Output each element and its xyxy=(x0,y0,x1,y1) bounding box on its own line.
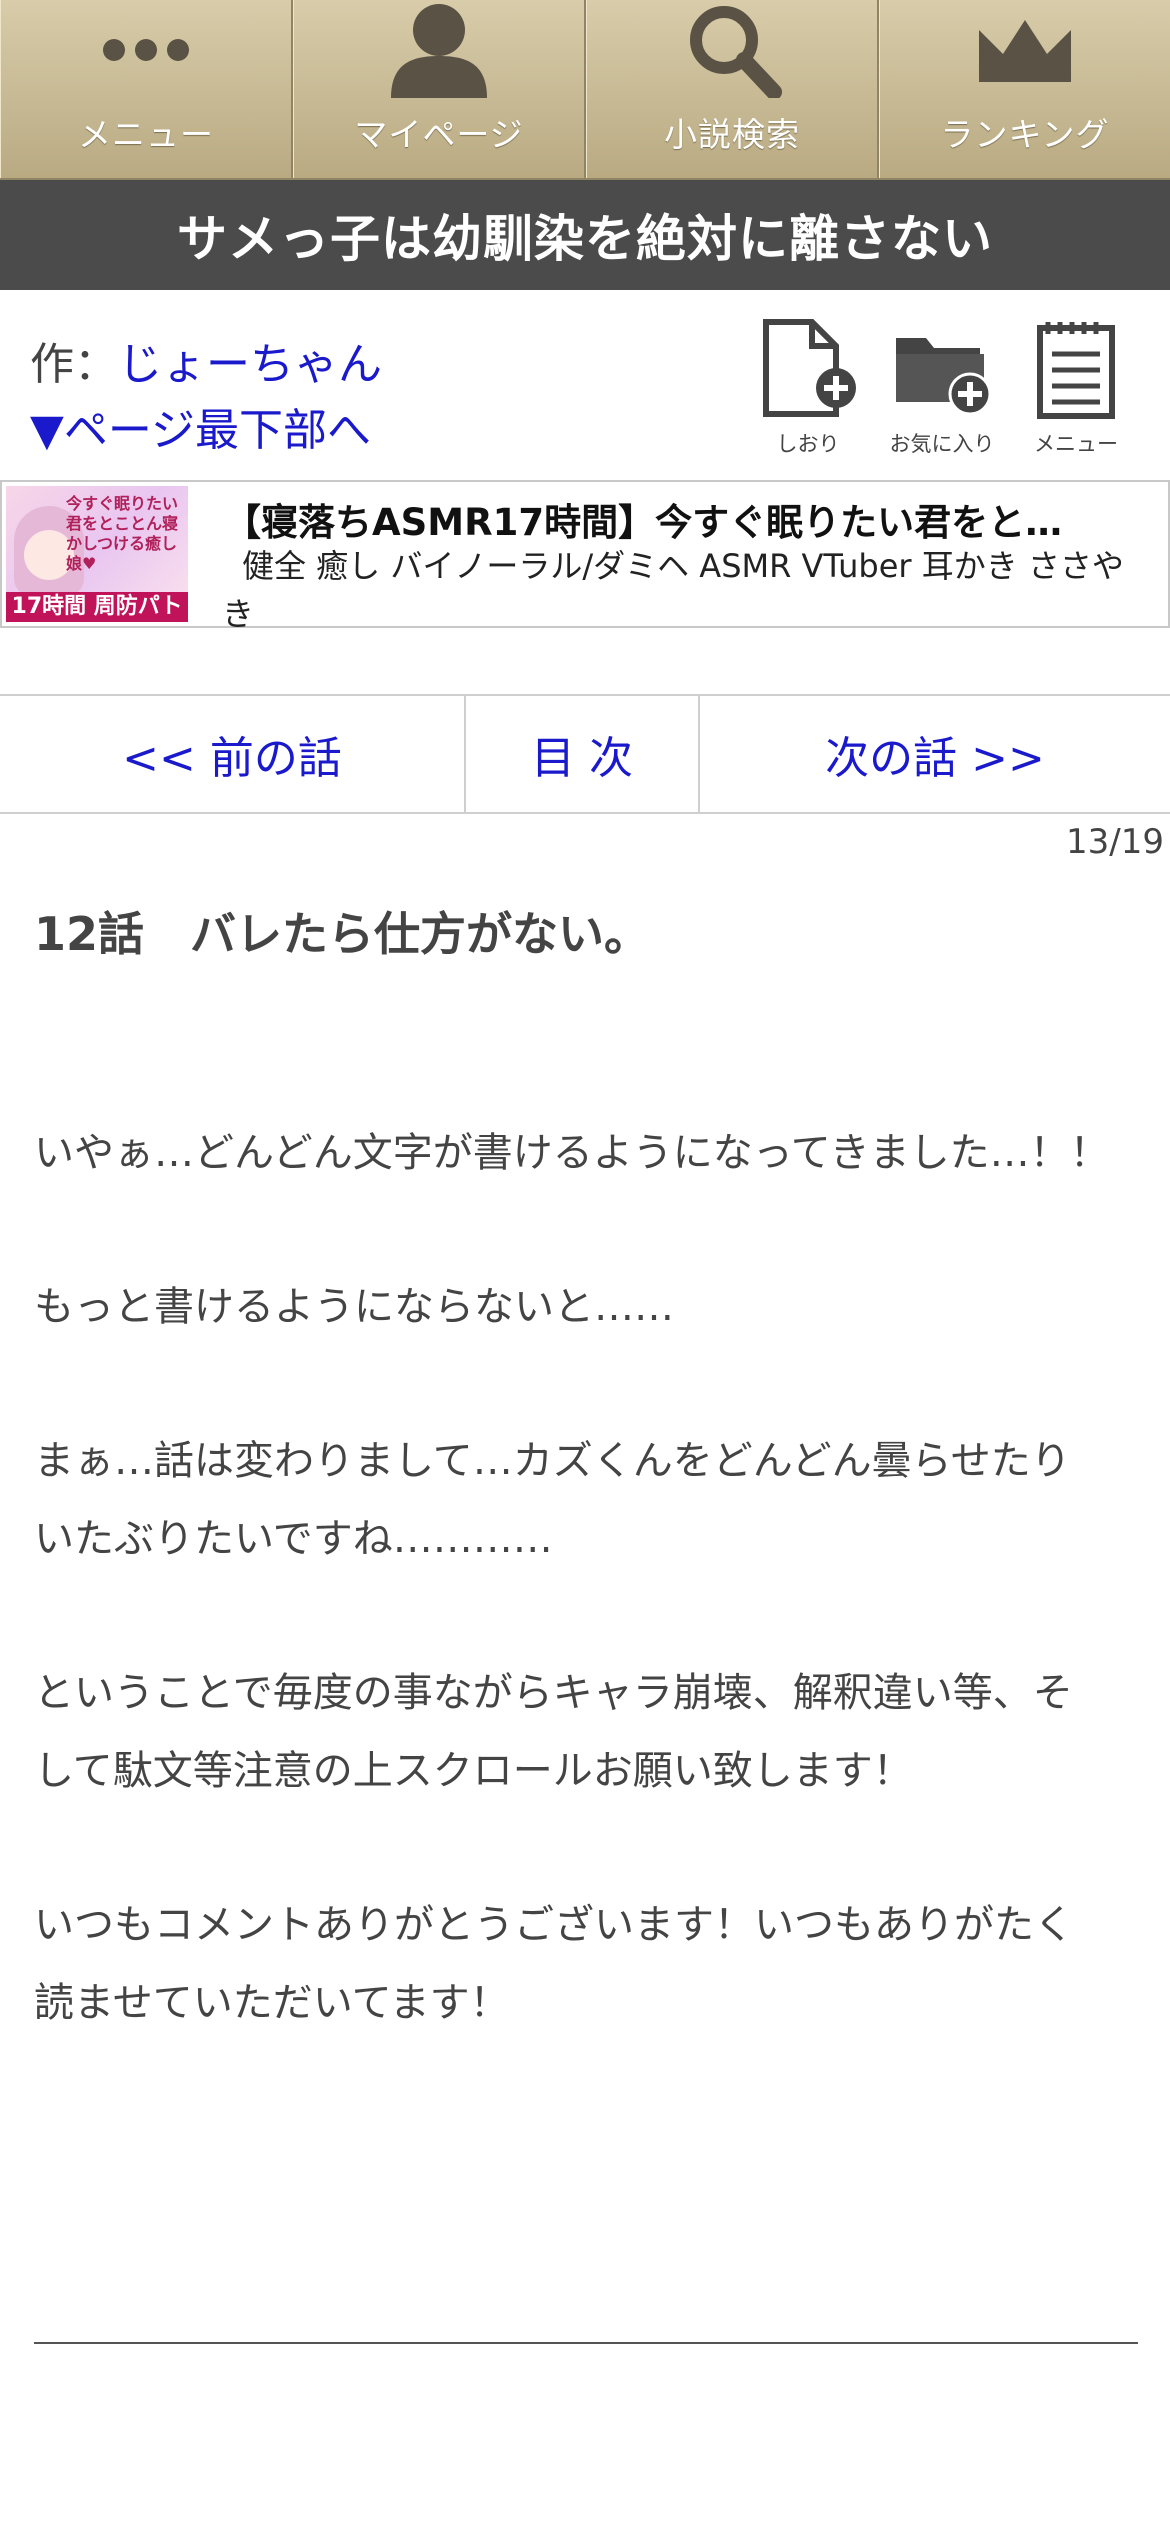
favorite-button[interactable]: お気に入り xyxy=(888,318,996,458)
toc-link[interactable]: 目 次 xyxy=(466,696,700,812)
nav-menu-button[interactable]: メニュー xyxy=(0,0,293,178)
nav-ranking-button[interactable]: ランキング xyxy=(879,0,1170,178)
bookmark-label: しおり xyxy=(776,432,840,456)
body-paragraph: ということで毎度の事ながらキャラ崩壊、解釈違い等、そして駄文等注意の上スクロール… xyxy=(34,1670,1073,1794)
author-row: 作：じょーちゃん ▼ページ最下部へ しおり お気に入り メニュー xyxy=(0,290,1170,480)
ad-thumbnail[interactable]: 今すぐ眠りたい君をとことん寝かしつける癒し娘♥ 17時間 周防パトラ xyxy=(6,486,188,622)
prev-chapter-link[interactable]: << 前の話 xyxy=(0,696,466,812)
nav-menu-label: メニュー xyxy=(78,115,214,154)
next-chapter-link[interactable]: 次の話 >> xyxy=(700,696,1170,812)
nav-mypage-button[interactable]: マイページ xyxy=(293,0,586,178)
novel-title-bar: サメっ子は幼馴染を絶対に離さない xyxy=(0,180,1170,290)
page-bottom-link[interactable]: ▼ページ最下部へ xyxy=(30,394,371,458)
favorite-label: お気に入り xyxy=(889,432,995,456)
bookmark-button[interactable]: しおり xyxy=(754,318,862,458)
page-menu-label: メニュー xyxy=(1034,432,1118,456)
nav-search-label: 小説検索 xyxy=(664,115,800,154)
notepad-icon xyxy=(1037,322,1115,419)
bookmark-add-icon xyxy=(763,319,856,417)
chapter-title: 12話 バレたら仕方がない。 xyxy=(34,907,651,961)
dots-icon xyxy=(96,2,196,98)
chapter-body: いやぁ…どんどん文字が書けるようになってきました…！！ もっと書けるようにならな… xyxy=(34,1114,1110,2042)
author-link[interactable]: じょーちゃん xyxy=(118,339,382,390)
divider xyxy=(34,2342,1138,2344)
folder-add-icon xyxy=(896,338,992,416)
ad-banner[interactable]: 今すぐ眠りたい君をとことん寝かしつける癒し娘♥ 17時間 周防パトラ 【寝落ちA… xyxy=(0,480,1170,633)
nav-ranking-label: ランキング xyxy=(940,115,1110,154)
author-prefix: 作： xyxy=(30,339,118,390)
user-icon xyxy=(389,2,489,98)
nav-search-button[interactable]: 小説検索 xyxy=(586,0,879,178)
chapter-pager: << 前の話 目 次 次の話 >> xyxy=(0,694,1170,814)
ad-thumbnail-text: 今すぐ眠りたい君をとことん寝かしつける癒し娘♥ xyxy=(66,494,179,573)
novel-title[interactable]: サメっ子は幼馴染を絶対に離さない xyxy=(177,199,993,271)
body-paragraph: もっと書けるようにならないと…… xyxy=(34,1284,674,1330)
body-paragraph: いつもコメントありがとうございます！いつもありがたく読ませていただいてます！ xyxy=(34,1902,1074,2026)
search-icon xyxy=(682,2,782,98)
author-line: 作：じょーちゃん xyxy=(30,328,382,392)
ad-title[interactable]: 【寝落ちASMR17時間】今すぐ眠りたい君をと… xyxy=(224,492,1156,546)
top-nav: メニュー マイページ 小説検索 ランキング xyxy=(0,0,1170,180)
ad-thumbnail-band: 17時間 周防パトラ xyxy=(6,592,188,622)
body-paragraph: まぁ…話は変わりまして…カズくんをどんどん曇らせたりいたぶりたいですね………… xyxy=(34,1438,1071,1562)
tool-buttons: しおり お気に入り メニュー xyxy=(754,318,1130,458)
ad-tags: 健全 癒し バイノーラル/ダミヘ ASMR VTuber 耳かき ささやき xyxy=(222,547,1124,633)
body-paragraph: いやぁ…どんどん文字が書けるようになってきました…！！ xyxy=(34,1130,1110,1176)
nav-mypage-label: マイページ xyxy=(354,115,524,154)
chapter-counter: 13/19 xyxy=(1066,822,1164,862)
crown-icon xyxy=(975,2,1075,98)
page-menu-button[interactable]: メニュー xyxy=(1022,318,1130,458)
